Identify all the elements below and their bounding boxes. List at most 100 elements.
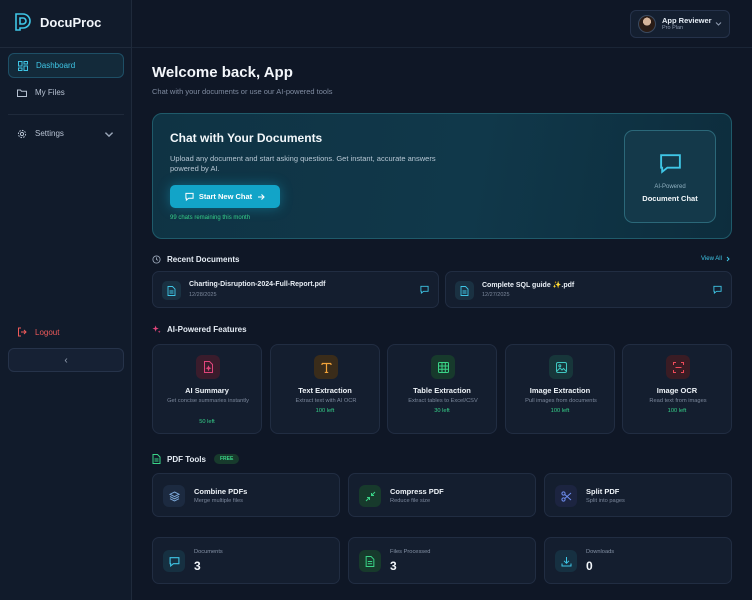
- tool-description: Reduce file size: [390, 498, 431, 504]
- pdf-tools-heading: PDF Tools FREE: [152, 454, 240, 464]
- table-icon: [431, 355, 455, 379]
- scissors-icon: [555, 485, 577, 507]
- stat-value: 3: [194, 559, 201, 573]
- feature-remaining: 50 left: [199, 419, 215, 425]
- free-badge: FREE: [213, 454, 240, 464]
- feature-description: Read text from images: [649, 398, 707, 404]
- brand[interactable]: DocuProc: [14, 12, 101, 32]
- text-t-icon: [314, 355, 338, 379]
- folder-icon: [17, 89, 27, 97]
- start-new-chat-button[interactable]: Start New Chat: [170, 185, 280, 208]
- feature-card-image-extraction[interactable]: Image Extraction Pull images from docume…: [505, 344, 615, 434]
- user-plan: Pro Plan: [662, 25, 684, 31]
- document-date: 12/28/2025: [189, 292, 217, 298]
- tool-card-split-pdf[interactable]: Split PDF Split into pages: [544, 473, 732, 517]
- chat-bubble-icon: [185, 192, 194, 201]
- stat-value: 3: [390, 559, 397, 573]
- file-text-icon: [359, 550, 381, 572]
- logout-icon: [18, 327, 27, 337]
- tool-card-combine-pdfs[interactable]: Combine PDFs Merge multiple files: [152, 473, 340, 517]
- recent-document-card[interactable]: Complete SQL guide ✨.pdf 12/27/2025: [445, 271, 732, 308]
- sidebar-item-label: Settings: [35, 129, 64, 138]
- view-all-label: View All: [701, 256, 722, 262]
- feature-title: Image OCR: [656, 386, 698, 395]
- pdf-tools-title: PDF Tools: [167, 454, 206, 464]
- file-icon: [162, 281, 181, 300]
- stat-card-downloads: Downloads 0: [544, 537, 732, 584]
- stat-value: 0: [586, 559, 593, 573]
- header-divider: [132, 47, 752, 48]
- sidebar-item-settings[interactable]: Settings: [8, 121, 124, 146]
- document-sparkle-icon: [196, 355, 220, 379]
- collapse-sidebar-button[interactable]: ‹: [8, 348, 124, 372]
- docuproc-logo-icon: [15, 13, 31, 31]
- ai-features-title: AI-Powered Features: [167, 325, 247, 334]
- feature-description: Get concise summaries instantly: [167, 398, 249, 404]
- chat-hero-card: Chat with Your Documents Upload any docu…: [152, 113, 732, 239]
- tool-title: Combine PDFs: [194, 487, 248, 496]
- chevron-left-icon: ‹: [64, 354, 68, 366]
- tool-title: Compress PDF: [390, 487, 444, 496]
- gear-icon: [17, 129, 27, 138]
- chat-bubble-icon[interactable]: [713, 285, 722, 294]
- sparkles-icon: [152, 325, 161, 334]
- logout-label: Logout: [35, 327, 60, 337]
- feature-title: Image Extraction: [529, 386, 591, 395]
- feature-card-text-extraction[interactable]: Text Extraction Extract text with AI OCR…: [270, 344, 380, 434]
- document-chat-title: Document Chat: [642, 194, 698, 203]
- feature-description: Extract tables to Excel/CSV: [408, 398, 478, 404]
- tool-description: Merge multiple files: [194, 498, 243, 504]
- chat-bubble-icon: [163, 550, 185, 572]
- feature-remaining: 100 left: [550, 408, 570, 414]
- compress-arrows-icon: [359, 485, 381, 507]
- clock-icon: [152, 255, 161, 264]
- document-name: Complete SQL guide ✨.pdf: [482, 282, 575, 289]
- hero-title: Chat with Your Documents: [170, 131, 323, 145]
- feature-remaining: 100 left: [667, 408, 687, 414]
- user-menu[interactable]: App Reviewer Pro Plan: [630, 10, 730, 38]
- feature-description: Pull images from documents: [525, 398, 597, 404]
- feature-card-image-ocr[interactable]: Image OCR Read text from images 100 left: [622, 344, 732, 434]
- chevron-down-icon: [104, 131, 114, 137]
- dashboard-icon: [18, 60, 28, 71]
- view-all-link[interactable]: View All: [701, 256, 731, 262]
- tool-card-compress-pdf[interactable]: Compress PDF Reduce file size: [348, 473, 536, 517]
- feature-description: Extract text with AI OCR: [295, 398, 357, 404]
- image-icon: [549, 355, 573, 379]
- hero-description: Upload any document and start asking que…: [170, 154, 436, 173]
- sidebar: DocuProc Dashboard My Files Settings Log…: [0, 0, 132, 600]
- tool-description: Split into pages: [586, 498, 625, 504]
- feature-card-table-extraction[interactable]: Table Extraction Extract tables to Excel…: [387, 344, 497, 434]
- logout-button[interactable]: Logout: [8, 323, 124, 341]
- feature-title: Table Extraction: [413, 386, 471, 395]
- download-icon: [555, 550, 577, 572]
- sidebar-divider: [8, 114, 124, 115]
- stat-label: Documents: [194, 549, 223, 555]
- sidebar-item-label: Dashboard: [36, 61, 76, 70]
- stat-card-files-processed: Files Processed 3: [348, 537, 536, 584]
- sidebar-divider: [0, 47, 131, 48]
- feature-title: Text Extraction: [298, 386, 352, 395]
- avatar: [638, 15, 656, 33]
- brand-name: DocuProc: [40, 14, 102, 30]
- arrow-right-icon: [258, 193, 265, 200]
- chevron-right-icon: [726, 256, 730, 262]
- recent-document-card[interactable]: Charting-Disruption-2024-Full-Report.pdf…: [152, 271, 439, 308]
- page-subtitle: Chat with your documents or use our AI-p…: [152, 87, 333, 96]
- chat-bubble-icon: [660, 154, 681, 174]
- tool-title: Split PDF: [586, 487, 620, 496]
- document-chat-card[interactable]: AI-Powered Document Chat: [624, 130, 716, 223]
- chevron-down-icon: [715, 22, 722, 26]
- feature-title: AI Summary: [185, 386, 229, 395]
- stat-card-documents: Documents 3: [152, 537, 340, 584]
- feature-card-ai-summary[interactable]: AI Summary Get concise summaries instant…: [152, 344, 262, 434]
- user-name: App Reviewer: [662, 16, 712, 25]
- feature-remaining: 30 left: [434, 408, 450, 414]
- sidebar-item-dashboard[interactable]: Dashboard: [8, 53, 124, 78]
- page-title: Welcome back, App: [152, 64, 293, 81]
- recent-documents-title: Recent Documents: [167, 255, 240, 264]
- chat-bubble-icon[interactable]: [420, 285, 429, 294]
- chats-remaining: 99 chats remaining this month: [170, 215, 251, 221]
- stat-label: Downloads: [586, 549, 615, 555]
- sidebar-item-my-files[interactable]: My Files: [8, 80, 124, 105]
